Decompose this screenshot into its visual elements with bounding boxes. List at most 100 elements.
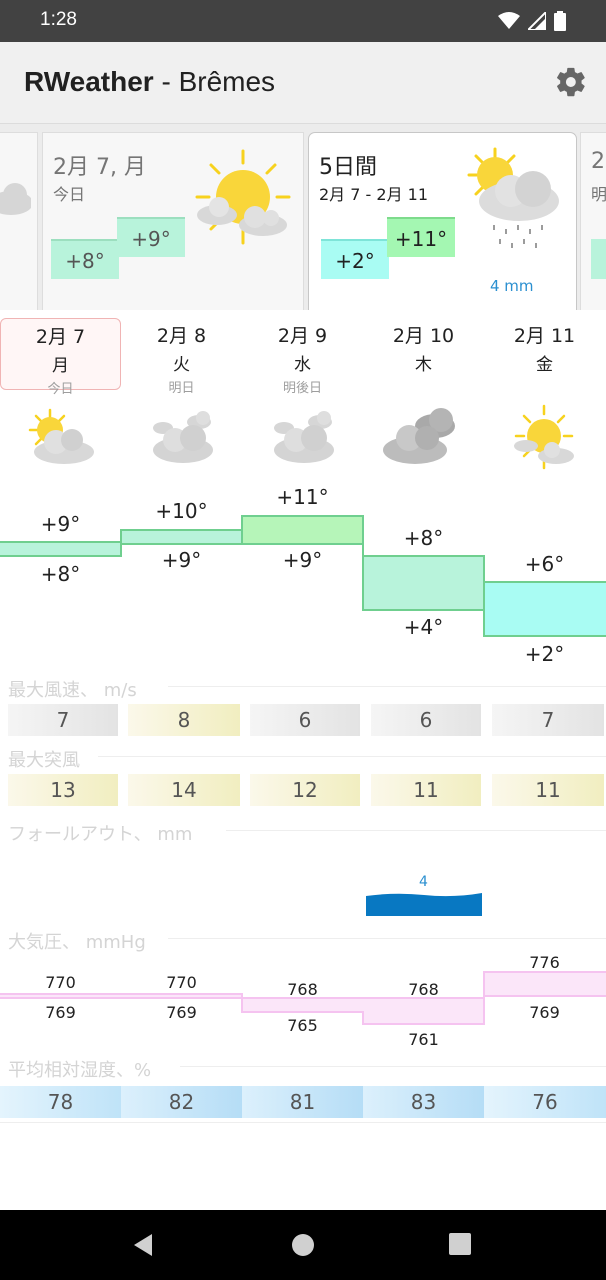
status-time: 1:28 — [40, 9, 77, 30]
humidity-cell-1: 82 — [121, 1086, 242, 1118]
precip-bar-3 — [366, 893, 482, 916]
temp-low-1: +9° — [161, 548, 202, 572]
gust-cell-4: 11 — [492, 774, 604, 806]
day-header-0[interactable]: 2月 7 月 今日 — [0, 318, 121, 397]
location-name[interactable]: Brêmes — [179, 66, 275, 97]
card-date: 2月 7, 月 — [53, 155, 146, 180]
temp-high-3: +8° — [403, 526, 444, 550]
pressure-high-1: 770 — [166, 973, 197, 992]
summary-card-today[interactable]: 2月 7, 月 今日 +8° +9° — [42, 132, 304, 310]
day-date: 2月 10 — [392, 325, 455, 347]
precip-section-title: フォールアウト、 mm — [8, 824, 193, 845]
humidity-cell-2: 81 — [242, 1086, 363, 1118]
card-temp-low: +2° — [321, 239, 389, 279]
temp-high-0: +9° — [40, 512, 81, 536]
card-temp-high: +9° — [117, 217, 185, 257]
sun-cloud-icon — [28, 408, 94, 464]
summary-card-next[interactable]: 2 明 — [580, 132, 606, 310]
pressure-low-0: 769 — [45, 1003, 76, 1022]
day-weekday: 木 — [415, 355, 432, 375]
divider — [226, 830, 606, 831]
precip-value-3: 4 — [419, 874, 428, 890]
divider — [98, 756, 606, 757]
cloud-icon — [274, 411, 334, 463]
temp-high-2: +11° — [276, 485, 329, 509]
pressure-low-1: 769 — [166, 1003, 197, 1022]
day-weekday: 水 — [294, 355, 311, 375]
app-name: RWeather — [24, 66, 154, 97]
card-temp-low — [591, 239, 606, 279]
divider — [168, 938, 606, 939]
temp-low-2: +9° — [282, 548, 323, 572]
recents-icon[interactable] — [449, 1233, 471, 1255]
day-header-1[interactable]: 2月 8 火 明日 — [121, 318, 242, 396]
pressure-low-4: 769 — [529, 1003, 560, 1022]
divider — [168, 686, 606, 687]
card-precip: 4 mm — [490, 277, 534, 295]
day-header-3[interactable]: 2月 10 木 — [363, 318, 484, 390]
system-icons — [498, 11, 566, 31]
divider — [180, 1066, 606, 1067]
humidity-cell-3: 83 — [363, 1086, 484, 1118]
pressure-high-3: 768 — [408, 980, 439, 999]
summary-card-previous[interactable] — [0, 132, 38, 310]
day-date: 2月 8 — [156, 325, 207, 347]
temp-high-1: +10° — [155, 499, 208, 523]
card-date: 2 — [591, 149, 605, 174]
back-icon[interactable] — [130, 1232, 156, 1258]
day-date: 2月 11 — [513, 325, 576, 347]
cloud-icon — [0, 183, 31, 215]
day-headers: 2月 7 月 今日 2月 8 火 明日 2月 9 水 明後日 2月 10 木 2… — [0, 318, 606, 397]
card-temp-high: +11° — [387, 217, 455, 257]
pressure-low-2: 765 — [287, 1016, 318, 1035]
wind-cell-1: 8 — [128, 704, 240, 736]
gear-icon[interactable] — [554, 65, 588, 99]
temp-high-4: +6° — [524, 552, 565, 576]
gust-cell-3: 11 — [371, 774, 481, 806]
pressure-low-3: 761 — [408, 1030, 439, 1049]
card-label: 2月 7 - 2月 11 — [319, 185, 429, 204]
divider — [0, 1122, 606, 1123]
day-weekday: 月 — [52, 356, 69, 376]
status-bar: 1:28 — [0, 0, 606, 42]
pressure-high-0: 770 — [45, 973, 76, 992]
day-weekday: 金 — [536, 355, 553, 375]
navigation-bar — [0, 1210, 606, 1280]
pressure-high-4: 776 — [529, 953, 560, 972]
summary-card-5day[interactable]: 5日間 2月 7 - 2月 11 +2° +11° 4 mm — [308, 132, 577, 310]
day-date: 2月 9 — [277, 325, 328, 347]
humidity-section-title: 平均相対湿度、% — [8, 1060, 152, 1081]
cloud-icon — [153, 411, 213, 463]
weather-icons-row — [0, 404, 606, 474]
wind-cell-3: 6 — [371, 704, 481, 736]
temp-low-3: +4° — [403, 615, 444, 639]
humidity-cell-0: 78 — [0, 1086, 121, 1118]
humidity-cell-4: 76 — [484, 1086, 606, 1118]
gust-cell-1: 14 — [128, 774, 240, 806]
app-screen: { "status_bar": { "time": "1:28" }, "app… — [0, 0, 606, 1280]
wind-cell-2: 6 — [250, 704, 360, 736]
day-weekday: 火 — [173, 355, 190, 375]
wind-cell-4: 7 — [492, 704, 604, 736]
title-separator: - — [153, 66, 179, 97]
sun-cloud-icon — [195, 149, 291, 245]
card-label: 明 — [591, 185, 606, 204]
pressure-high-2: 768 — [287, 980, 318, 999]
temp-low-4: +2° — [524, 642, 565, 666]
card-date: 5日間 — [319, 155, 377, 180]
gust-cell-2: 12 — [250, 774, 360, 806]
day-label: 今日 — [47, 382, 74, 397]
battery-icon — [554, 11, 566, 31]
card-label: 今日 — [53, 185, 86, 204]
day-header-2[interactable]: 2月 9 水 明後日 — [242, 318, 363, 396]
summary-cards[interactable]: 2月 7, 月 今日 +8° +9° 5日間 2月 7 - 2月 11 +2° … — [0, 124, 606, 310]
pressure-section-title: 大気圧、 mmHg — [8, 932, 146, 953]
app-title: RWeather - Brêmes — [24, 66, 275, 98]
wind-cell-0: 7 — [8, 704, 118, 736]
sun-rain-icon — [467, 147, 559, 248]
home-icon[interactable] — [291, 1233, 315, 1257]
day-header-4[interactable]: 2月 11 金 — [484, 318, 605, 390]
temperature-chart: +9° +10° +11° +8° +6° +8° +9° +9° +4° +2… — [0, 480, 606, 670]
temp-low-0: +8° — [40, 562, 81, 586]
wind-section-title: 最大風速、 m/s — [8, 680, 137, 701]
